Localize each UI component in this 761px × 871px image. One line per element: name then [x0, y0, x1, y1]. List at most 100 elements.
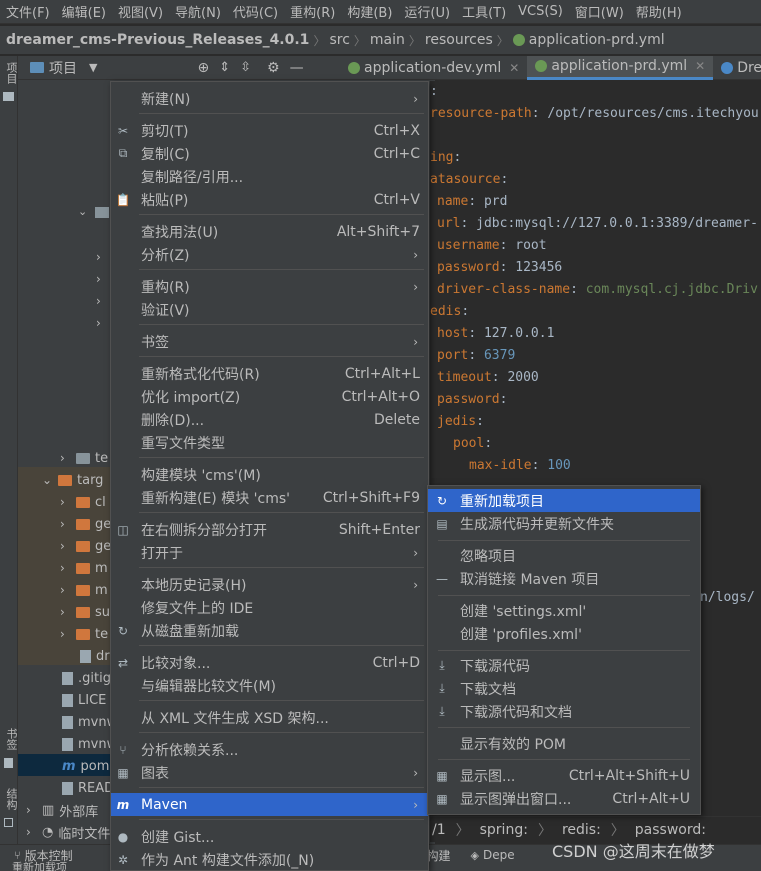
tree-item[interactable]: › ▥ 外部库 — [26, 799, 98, 821]
tab-application-dev[interactable]: application-dev.yml ✕ — [340, 56, 527, 80]
menu-item[interactable]: — 取消链接 Maven 项目 — [428, 567, 700, 590]
tree-item[interactable]: › te — [60, 447, 108, 469]
chevron-right-icon[interactable]: › — [26, 803, 31, 817]
chevron-right-icon[interactable]: › — [96, 294, 101, 308]
menu-item[interactable]: ↻ 从磁盘重新加载 — [111, 619, 428, 642]
tree-item[interactable]: › ge — [60, 535, 111, 557]
menu-item[interactable]: 从 XML 文件生成 XSD 架构... — [111, 706, 428, 729]
tree-item[interactable]: › te — [60, 623, 108, 645]
menu-item[interactable]: ⧉ 复制(C) Ctrl+C — [111, 142, 428, 165]
menu-item[interactable]: 窗口(W) — [569, 2, 630, 21]
chevron-right-icon[interactable]: › — [60, 561, 65, 575]
menu-item[interactable]: 打开于 › — [111, 541, 428, 564]
menu-item[interactable]: m Maven › — [111, 793, 428, 816]
menu-item[interactable]: 创建 'settings.xml' — [428, 599, 700, 622]
menu-item[interactable]: ▦ 显示图... Ctrl+Alt+Shift+U — [428, 764, 700, 787]
menu-item[interactable]: 导航(N) — [169, 2, 227, 21]
tree-item[interactable]: › m — [60, 579, 108, 601]
menu-item[interactable]: 新建(N) › — [111, 87, 428, 110]
menu-item[interactable]: 重写文件类型 — [111, 431, 428, 454]
menu-item[interactable]: ▦ 图表 › — [111, 761, 428, 784]
tab-application-prd[interactable]: application-prd.yml ✕ — [527, 55, 714, 80]
locate-icon[interactable]: ⊕ — [197, 60, 209, 76]
chevron-right-icon[interactable]: › — [96, 272, 101, 286]
structure-tool-tab[interactable]: 结构 — [3, 788, 19, 810]
menu-item[interactable]: 书签 › — [111, 330, 428, 353]
close-icon[interactable]: ✕ — [509, 61, 519, 75]
chevron-right-icon[interactable]: › — [96, 250, 101, 264]
menu-item[interactable]: 重构(R) — [284, 2, 341, 21]
tree-item[interactable]: › ◔ 临时文件 — [26, 821, 110, 843]
close-icon[interactable]: ✕ — [695, 59, 705, 73]
tree-item[interactable]: › m — [60, 557, 108, 579]
breadcrumb-file[interactable]: application-prd.yml — [529, 32, 665, 48]
crumb[interactable]: redis: — [562, 822, 601, 838]
chevron-right-icon[interactable]: › — [26, 825, 31, 839]
menu-item[interactable]: 运行(U) — [398, 2, 456, 21]
tree-item[interactable]: mvnw — [62, 733, 117, 755]
menu-item[interactable]: 代码(C) — [227, 2, 284, 21]
menu-item[interactable]: ▦ 显示图弹出窗口... Ctrl+Alt+U — [428, 787, 700, 810]
crumb[interactable]: password: — [635, 822, 706, 838]
dependencies-tool-button[interactable]: Depe — [483, 848, 515, 862]
tree-item[interactable]: mvnw — [62, 711, 117, 733]
menu-item[interactable]: 构建模块 'cms'(M) — [111, 463, 428, 486]
chevron-down-icon[interactable]: ⌄ — [78, 205, 87, 218]
project-tool-tab[interactable]: 项目 — [3, 62, 19, 84]
expand-all-icon[interactable]: ⇕ — [219, 60, 230, 75]
menu-item[interactable]: ⑂ 分析依赖关系... — [111, 738, 428, 761]
menu-item[interactable]: ↻ 重新加载项目 — [428, 489, 700, 512]
crumb[interactable]: spring: — [480, 822, 528, 838]
crumb[interactable]: /1 — [432, 822, 446, 838]
menu-item[interactable]: 重构(R) › — [111, 275, 428, 298]
menu-item[interactable]: 修复文件上的 IDE — [111, 596, 428, 619]
menu-item[interactable]: 📋 粘贴(P) Ctrl+V — [111, 188, 428, 211]
chevron-right-icon[interactable]: › — [60, 451, 65, 465]
hide-icon[interactable]: — — [290, 60, 304, 76]
chevron-down-icon[interactable]: ⌄ — [42, 473, 52, 487]
chevron-right-icon[interactable]: › — [60, 605, 65, 619]
menu-item[interactable]: ✂ 剪切(T) Ctrl+X — [111, 119, 428, 142]
menu-item[interactable]: ⤓ 下载源代码 — [428, 654, 700, 677]
menu-item[interactable]: 构建(B) — [341, 2, 398, 21]
chevron-right-icon[interactable]: › — [60, 517, 65, 531]
menu-item[interactable]: ▤ 生成源代码并更新文件夹 — [428, 512, 700, 535]
build-tool-button[interactable]: 构建 — [427, 847, 451, 864]
menu-item[interactable]: 与编辑器比较文件(M) — [111, 674, 428, 697]
tree-item[interactable]: › su — [60, 601, 110, 623]
menu-item[interactable]: 重新格式化代码(R) Ctrl+Alt+L — [111, 362, 428, 385]
menu-item[interactable]: 忽略项目 — [428, 544, 700, 567]
menu-item[interactable]: 视图(V) — [112, 2, 169, 21]
chevron-right-icon[interactable]: › — [96, 316, 101, 330]
tree-item[interactable]: ⌄ targ — [42, 469, 103, 491]
tree-item[interactable]: › cl — [60, 491, 106, 513]
tree-item[interactable]: dr — [80, 645, 110, 667]
tree-item[interactable]: .gitig — [62, 667, 111, 689]
bookmarks-tool-tab[interactable]: 书签 — [3, 728, 19, 750]
menu-item[interactable]: ⤓ 下载源代码和文档 — [428, 700, 700, 723]
menu-item[interactable]: ✲ 作为 Ant 构建文件添加(_N) — [111, 848, 428, 871]
collapse-all-icon[interactable]: ⇳ — [240, 60, 251, 75]
menu-item[interactable]: 查找用法(U) Alt+Shift+7 — [111, 220, 428, 243]
chevron-right-icon[interactable]: › — [60, 583, 65, 597]
menu-item[interactable]: VCS(S) — [512, 4, 569, 19]
menu-item[interactable]: 验证(V) — [111, 298, 428, 321]
tree-item[interactable]: m pom — [62, 755, 109, 777]
menu-item[interactable]: ⇄ 比较对象... Ctrl+D — [111, 651, 428, 674]
tree-item[interactable]: LICE — [62, 689, 106, 711]
menu-item[interactable]: 复制路径/引用... — [111, 165, 428, 188]
menu-item[interactable]: ● 创建 Gist... — [111, 825, 428, 848]
tree-item[interactable]: › ge — [60, 513, 111, 535]
breadcrumb-resources[interactable]: resources — [425, 32, 493, 48]
tree-item[interactable]: READ — [62, 777, 114, 799]
breadcrumb-main[interactable]: main — [370, 32, 405, 48]
menu-item[interactable]: 创建 'profiles.xml' — [428, 622, 700, 645]
menu-item[interactable]: ◫ 在右侧拆分部分打开 Shift+Enter — [111, 518, 428, 541]
menu-item[interactable]: 显示有效的 POM — [428, 732, 700, 755]
breadcrumb-src[interactable]: src — [329, 32, 349, 48]
menu-item[interactable]: 工具(T) — [456, 2, 512, 21]
menu-item[interactable]: 本地历史记录(H) › — [111, 573, 428, 596]
chevron-right-icon[interactable]: › — [60, 495, 65, 509]
menu-item[interactable]: 分析(Z) › — [111, 243, 428, 266]
menu-item[interactable]: 优化 import(Z) Ctrl+Alt+O — [111, 385, 428, 408]
